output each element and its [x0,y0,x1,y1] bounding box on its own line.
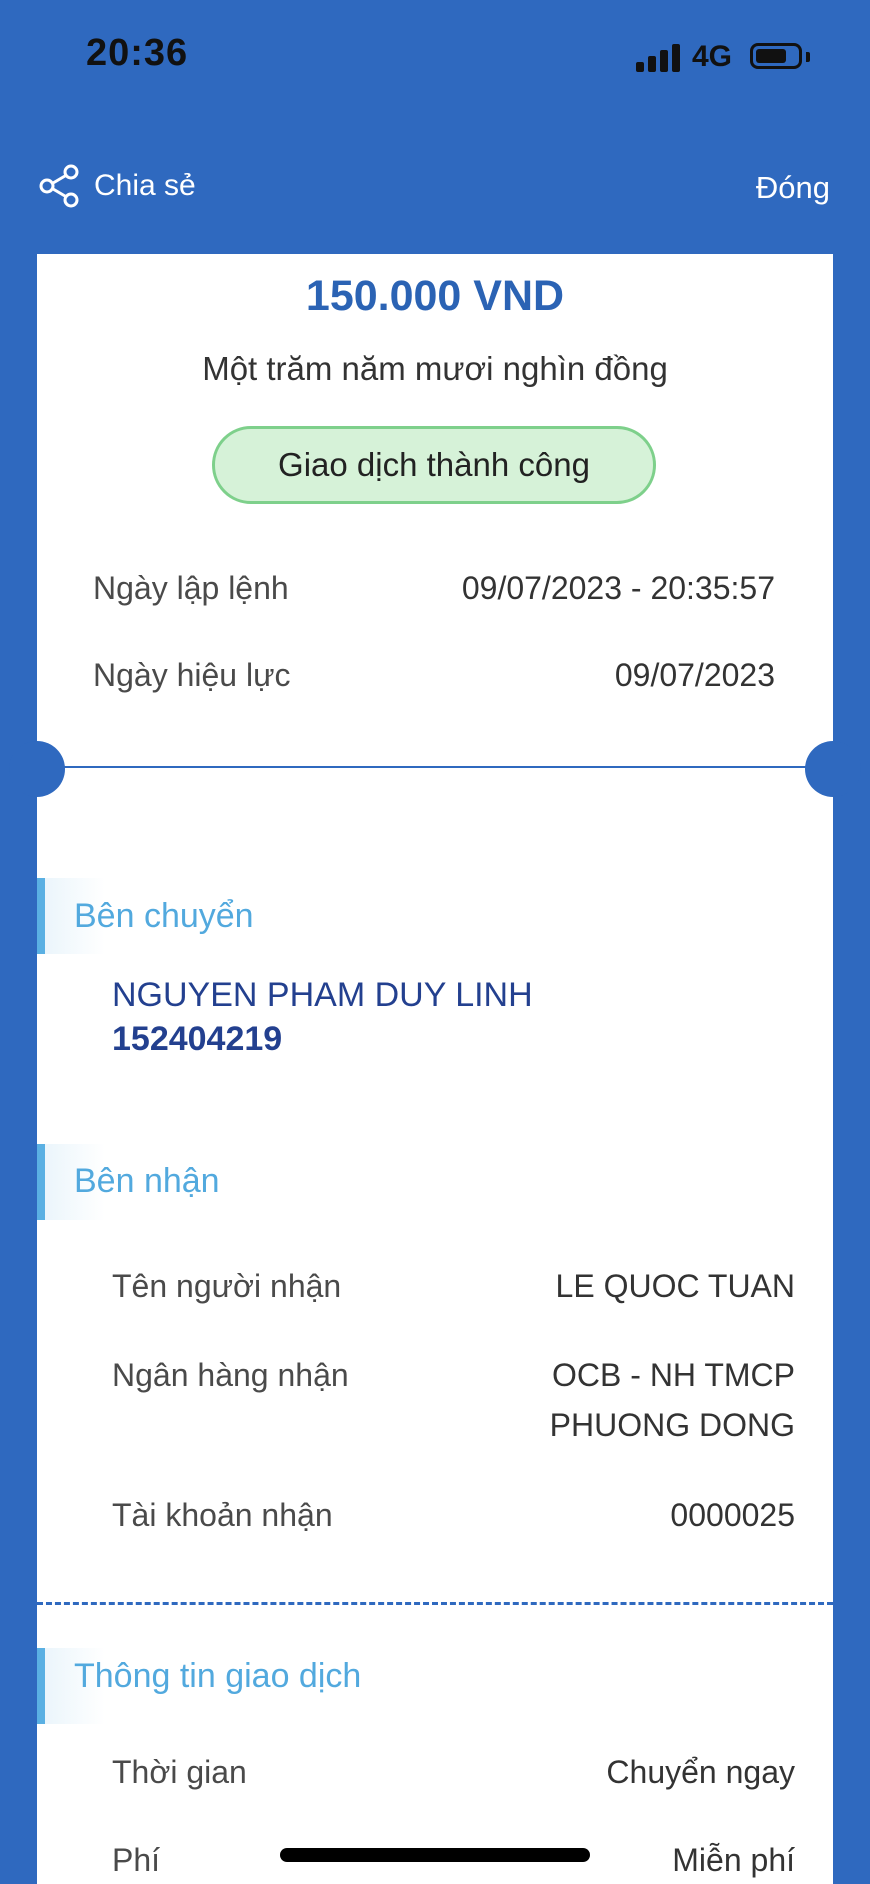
transfer-time-label: Thời gian [112,1754,247,1790]
sender-section-accent [37,878,45,954]
order-date-value: 09/07/2023 - 20:35:57 [461,570,775,606]
battery-nub [806,52,810,62]
receipt-notch-right [805,741,861,797]
fee-value: Miễn phí [672,1842,795,1878]
recipient-account-value: 0000025 [670,1497,795,1533]
order-date-label: Ngày lập lệnh [93,570,289,606]
recipient-name-label: Tên người nhận [112,1268,342,1304]
recipient-account-label: Tài khoản nhận [112,1497,333,1533]
home-indicator[interactable] [280,1848,590,1862]
battery-icon [750,43,802,69]
battery-fill [756,49,786,63]
share-button[interactable]: Chia sẻ [38,164,196,208]
status-bar: 20:36 4G [0,0,870,110]
network-type: 4G [692,40,733,73]
share-icon [39,164,79,208]
sender-section-title: Bên chuyển [74,897,254,935]
transfer-amount: 150.000 VND [305,272,565,320]
success-status-badge: Giao dịch thành công [212,426,656,504]
status-time: 20:36 [86,32,189,74]
sender-name: NGUYEN PHAM DUY LINH [112,976,533,1014]
close-button[interactable]: Đóng [756,170,830,206]
fee-label: Phí [112,1842,161,1878]
recipient-section-accent [37,1144,45,1220]
signal-icon [636,44,682,72]
recipient-bank-value-line2: PHUONG DONG [549,1407,795,1443]
sender-account: 152404219 [112,1020,283,1058]
transaction-section-accent [37,1648,45,1724]
dashed-separator [37,1602,833,1605]
top-bar: Chia sẻ Đóng [0,150,870,230]
recipient-bank-value-line1: OCB - NH TMCP [552,1357,795,1393]
share-label: Chia sẻ [94,169,196,202]
recipient-name-value: LE QUOC TUAN [555,1268,795,1304]
transfer-time-value: Chuyển ngay [606,1754,795,1790]
recipient-bank-label: Ngân hàng nhận [112,1357,349,1393]
effective-date-value: 09/07/2023 [614,657,775,693]
receipt-divider [37,766,833,768]
effective-date-label: Ngày hiệu lực [93,657,291,693]
recipient-section-title: Bên nhận [74,1162,220,1200]
receipt-notch-left [9,741,65,797]
transaction-section-title: Thông tin giao dịch [74,1657,362,1695]
amount-in-words: Một trăm năm mươi nghìn đồng [202,350,668,387]
